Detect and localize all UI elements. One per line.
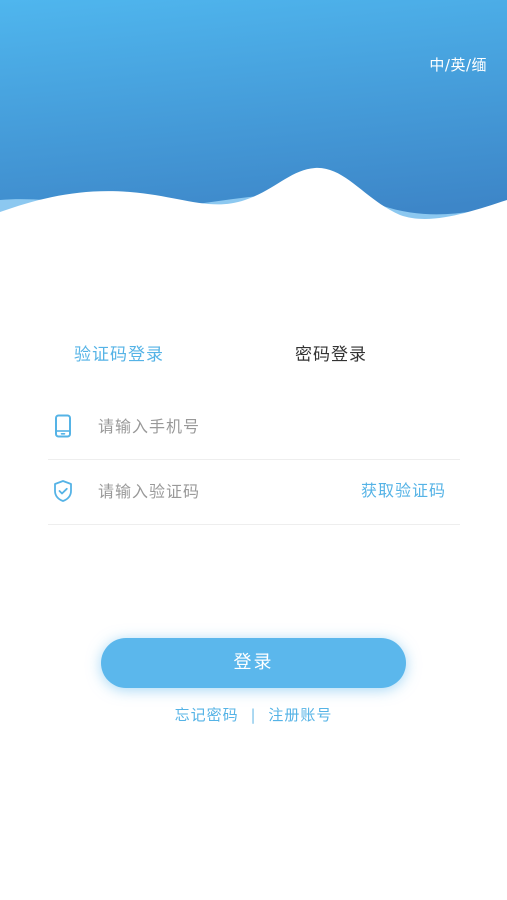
get-code-button[interactable]: 获取验证码 [361,476,446,506]
wave-background [0,0,507,240]
bottom-links: 忘记密码 | 注册账号 [0,704,507,726]
verification-code-input[interactable] [98,476,338,506]
phone-field [48,393,460,460]
phone-icon [52,414,74,438]
login-button[interactable]: 登录 [101,638,406,688]
verification-code-field: 获取验证码 [48,458,460,525]
tab-password-login[interactable]: 密码登录 [295,340,367,370]
tab-sms-login[interactable]: 验证码登录 [74,340,164,370]
register-link[interactable]: 注册账号 [268,706,332,724]
login-tabs: 验证码登录 密码登录 [0,340,507,370]
link-separator: | [250,706,257,724]
language-switch[interactable]: 中/英/缅 [429,54,487,75]
phone-input[interactable] [98,411,338,441]
shield-check-icon [52,479,74,503]
header-banner: 中/英/缅 [0,0,507,240]
forgot-password-link[interactable]: 忘记密码 [175,706,239,724]
